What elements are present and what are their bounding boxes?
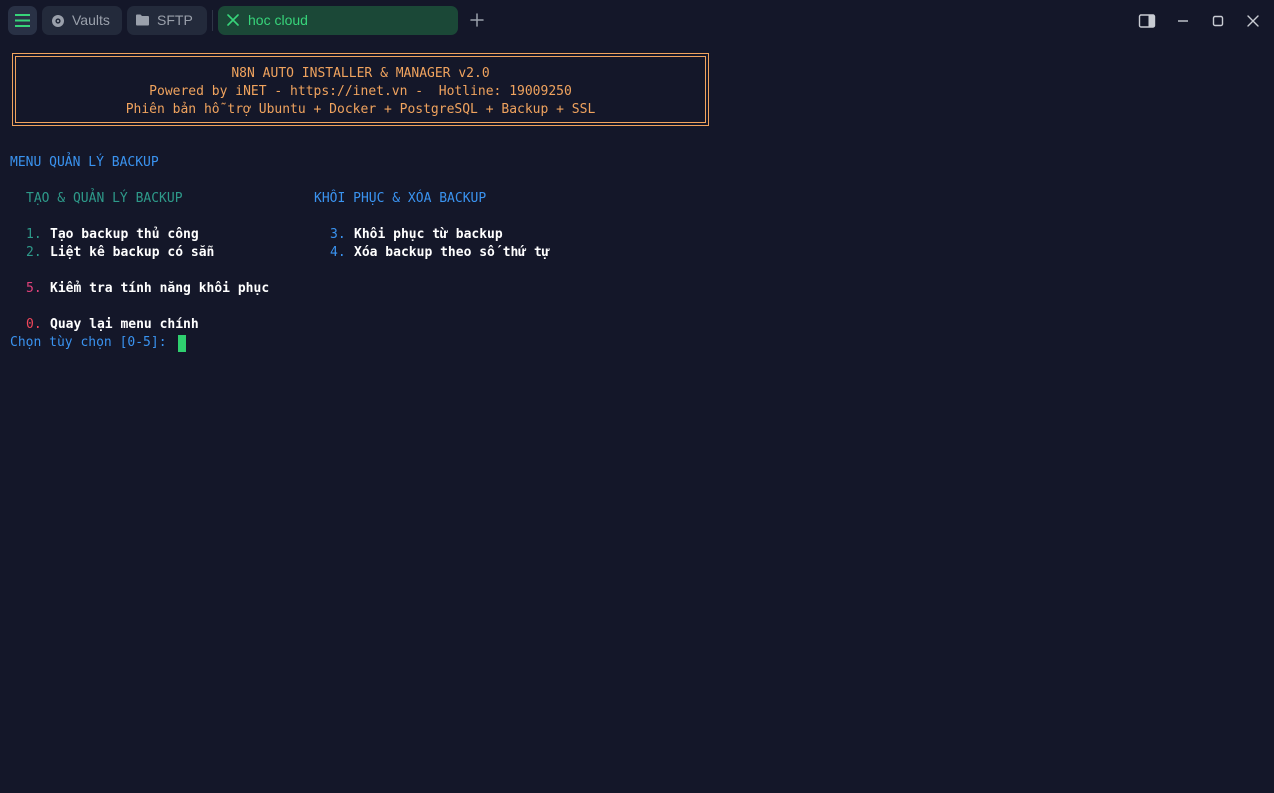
close-icon[interactable] — [227, 14, 239, 26]
active-tab-label: hoc cloud — [248, 12, 308, 28]
minimize-icon[interactable] — [1174, 12, 1192, 30]
tab-hoc-cloud[interactable]: hoc cloud — [218, 6, 458, 35]
option-3-label: Khôi phục từ backup — [354, 227, 503, 242]
vaults-tab-label: Vaults — [72, 12, 110, 28]
installer-banner: N8N AUTO INSTALLER & MANAGER v2.0 Powere… — [12, 53, 709, 126]
option-2-label: Liệt kê backup có sẵn — [50, 245, 215, 260]
banner-title: N8N AUTO INSTALLER & MANAGER v2.0 — [231, 66, 490, 81]
option-5-number: 5. — [26, 281, 42, 296]
sftp-tab[interactable]: SFTP — [127, 6, 207, 35]
option-1-label: Tạo backup thủ công — [50, 227, 199, 242]
option-4-label: Xóa backup theo số thứ tự — [354, 245, 550, 260]
sidebar-toggle-icon[interactable] — [1138, 12, 1156, 30]
vault-icon — [52, 15, 64, 27]
hamburger-icon — [15, 14, 30, 27]
choice-prompt: Chọn tùy chọn [0-5]: — [10, 335, 167, 350]
left-section-header: TẠO & QUẢN LÝ BACKUP — [26, 191, 183, 206]
sftp-tab-label: SFTP — [157, 12, 193, 28]
option-3-number: 3. — [330, 227, 346, 242]
option-2-number: 2. — [26, 245, 42, 260]
window-close-icon[interactable] — [1244, 12, 1262, 30]
vaults-tab[interactable]: Vaults — [42, 6, 122, 35]
option-1-number: 1. — [26, 227, 42, 242]
maximize-icon[interactable] — [1209, 12, 1227, 30]
terminal-view[interactable]: N8N AUTO INSTALLER & MANAGER v2.0 Powere… — [0, 42, 1274, 793]
main-menu-button[interactable] — [8, 6, 37, 35]
tab-divider — [212, 10, 213, 31]
option-0-label: Quay lại menu chính — [50, 317, 199, 332]
banner-powered-by: Powered by iNET - https://inet.vn - Hotl… — [149, 84, 572, 99]
banner-support: Phiên bản hỗ trợ Ubuntu + Docker + Postg… — [125, 102, 596, 117]
option-0-number: 0. — [26, 317, 42, 332]
right-section-header: KHÔI PHỤC & XÓA BACKUP — [314, 191, 487, 206]
plus-icon[interactable] — [469, 12, 485, 28]
option-4-number: 4. — [330, 245, 346, 260]
menu-title: MENU QUẢN LÝ BACKUP — [10, 155, 159, 170]
title-bar: Vaults SFTP hoc cloud — [0, 0, 1274, 42]
terminal-cursor — [178, 335, 186, 352]
option-5-label: Kiểm tra tính năng khôi phục — [50, 281, 270, 296]
folder-icon — [136, 14, 149, 26]
